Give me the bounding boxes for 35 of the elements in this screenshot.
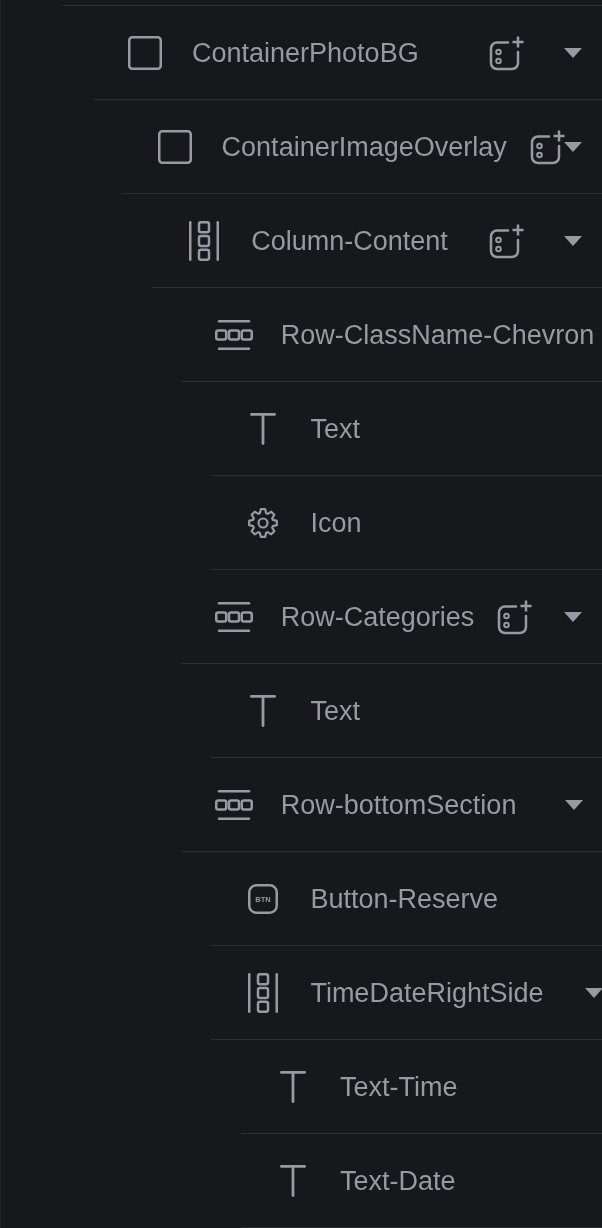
row-layout-icon (214, 601, 253, 632)
tree-item-label[interactable]: Row-Categories (280, 599, 475, 634)
add-icon[interactable] (497, 598, 534, 635)
caret-icon[interactable] (564, 235, 582, 246)
tree-item-label[interactable]: Text (310, 693, 360, 728)
tree-item-label[interactable]: TimeDateRightSide (310, 975, 544, 1010)
caret-icon[interactable] (565, 799, 584, 810)
caret-icon[interactable] (585, 987, 602, 998)
text-icon (250, 694, 277, 727)
add-icon[interactable] (529, 128, 566, 165)
caret-icon[interactable] (564, 47, 582, 58)
square-icon (128, 35, 162, 70)
add-icon[interactable] (489, 34, 525, 71)
square-icon (157, 129, 192, 164)
column-layout-icon (189, 220, 220, 261)
gear-icon (247, 506, 280, 539)
tree-item-label[interactable]: Text (310, 411, 360, 446)
tree-item-label[interactable]: Row-bottomSection (280, 787, 517, 822)
tree-item-label[interactable]: ContainerPhotoBG (192, 35, 419, 70)
tree-item-label[interactable]: Icon (310, 505, 362, 540)
row-layout-icon (214, 789, 253, 820)
tree-item-label[interactable]: ContainerImageOverlay (221, 129, 507, 164)
text-icon (280, 1070, 306, 1103)
text-icon (280, 1164, 306, 1197)
column-layout-icon (248, 972, 279, 1013)
caret-icon[interactable] (564, 141, 582, 152)
add-icon[interactable] (489, 222, 525, 259)
text-icon (250, 412, 277, 445)
tree-item-label[interactable]: Text-Date (340, 1163, 456, 1198)
tree-item-label[interactable]: Button-Reserve (310, 881, 498, 916)
tree-item-label[interactable]: Row-ClassName-Chevron (280, 317, 595, 352)
row-layout-icon (214, 319, 253, 350)
tree-item-label[interactable]: Column-Content (251, 223, 448, 258)
caret-icon[interactable] (564, 611, 582, 622)
tree-item-label[interactable]: Text-Time (340, 1069, 458, 1104)
